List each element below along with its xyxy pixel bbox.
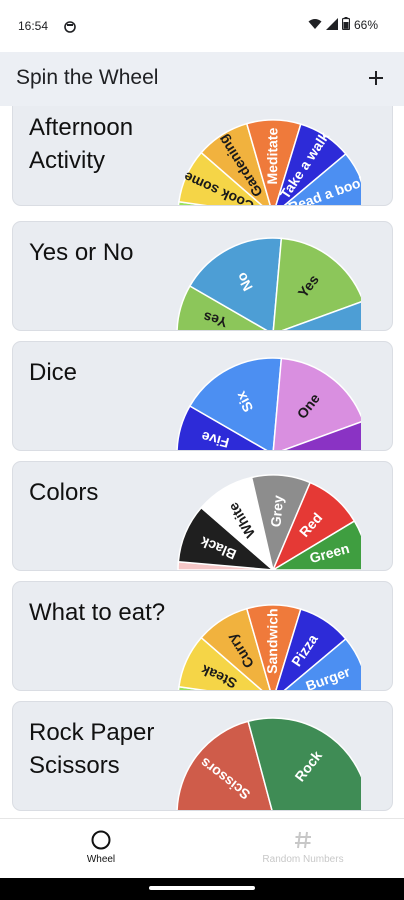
bottom-nav: Wheel Random Numbers [0, 818, 404, 879]
app-notification-icon [64, 20, 76, 38]
signal-icon [325, 17, 338, 33]
wheel-card[interactable]: Rock Paper Scissors Scissors Rock [12, 701, 393, 811]
wheel-preview: SteakCurry Sandwich PizzaBurger [177, 604, 361, 690]
wheel-preview: Cook someGardeningMeditateTake a walkRea… [177, 119, 361, 205]
nav-wheel[interactable]: Wheel [0, 819, 202, 879]
system-gesture-bar [0, 878, 404, 900]
wheel-title: Rock Paper Scissors [29, 719, 155, 779]
nav-label-random-numbers: Random Numbers [262, 854, 344, 865]
wifi-icon [308, 18, 322, 33]
status-time: 16:54 [18, 19, 49, 33]
wheel-title: Afternoon Activity [29, 114, 134, 174]
circle-icon [91, 830, 111, 850]
wheel-segment-label: Sandwich [264, 608, 281, 673]
status-bar: 16:54 66% [0, 0, 404, 52]
wheel-title: Yes or No [29, 239, 134, 266]
add-wheel-button[interactable] [360, 62, 392, 94]
wheel-preview: Scissors Rock [176, 717, 361, 810]
wheel-title: What to eat? [29, 599, 166, 626]
home-indicator [149, 886, 255, 890]
wheel-card[interactable]: Yes or No Yes No Yes [12, 221, 393, 331]
nav-label-wheel: Wheel [86, 854, 116, 865]
nav-random-numbers[interactable]: Random Numbers [202, 819, 404, 879]
hash-icon [295, 831, 311, 849]
wheel-preview: YesNo Yes [176, 237, 361, 330]
status-icons: 66% [308, 17, 378, 33]
wheel-list[interactable]: Afternoon Activity Cook some Gardening Med… [0, 106, 404, 818]
wheel-card[interactable]: Colors Black White Grey Red Green [12, 461, 393, 571]
wheel-segment-label: Meditate [264, 127, 280, 184]
wheel-preview: FiveSix One [176, 357, 361, 450]
app-bar: Spin the Wheel [0, 52, 404, 106]
wheel-title: Dice [29, 359, 78, 386]
wheel-card[interactable]: Afternoon Activity Cook some Gardening Med… [12, 106, 393, 206]
battery-icon [341, 17, 351, 33]
wheel-card[interactable]: Dice Five Six One [12, 341, 393, 451]
wheel-card[interactable]: What to eat? Steak Curry Sandwich Pizza Burg… [12, 581, 393, 691]
wheel-title: Colors [29, 479, 99, 506]
app-title: Spin the Wheel [16, 66, 159, 89]
plus-icon [369, 71, 383, 85]
wheel-preview: BlackWhite Grey RedGreen [177, 474, 361, 570]
wheel-segment-label: Grey [267, 494, 286, 527]
battery-percentage: 66% [353, 18, 378, 32]
